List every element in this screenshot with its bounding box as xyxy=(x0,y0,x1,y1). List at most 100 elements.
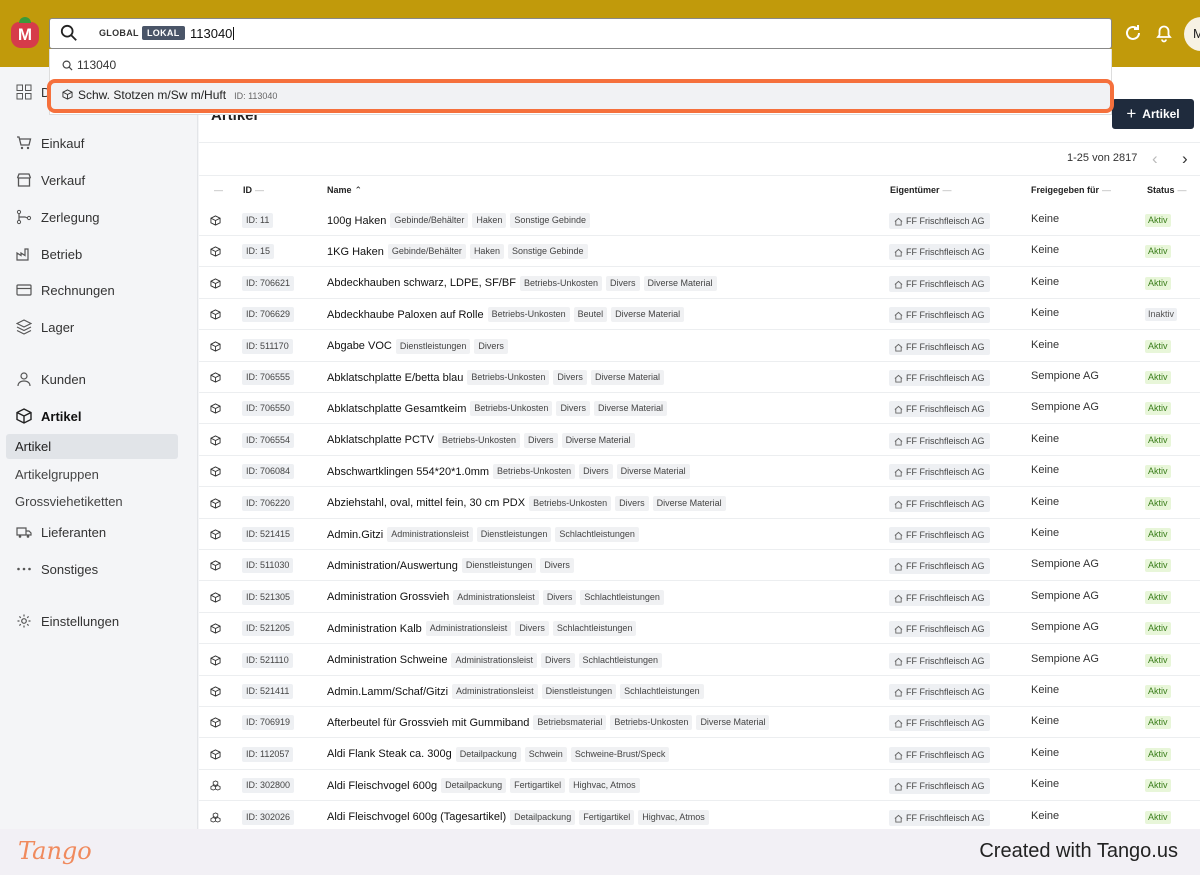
sidebar-item-lieferanten[interactable]: Lieferanten xyxy=(16,521,106,543)
article-name[interactable]: Abklatschplatte E/betta blau Betriebs-Unk… xyxy=(327,370,664,385)
table-row[interactable]: ID: 706550 Abklatschplatte Gesamtkeim Betr… xyxy=(199,393,1200,425)
cube-icon xyxy=(210,686,221,697)
cube-icon xyxy=(210,497,221,509)
sidebar-item-betrieb[interactable]: Betrieb xyxy=(16,243,82,265)
sidebar-subitem-artikel[interactable]: Artikel xyxy=(6,434,178,459)
cube-icon xyxy=(210,340,221,352)
sidebar-item-einkauf[interactable]: Einkauf xyxy=(16,132,84,154)
refresh-icon[interactable] xyxy=(1122,22,1144,44)
bell-icon[interactable] xyxy=(1153,22,1175,44)
column-header-released[interactable]: Freigegeben für — xyxy=(1031,185,1111,195)
article-name[interactable]: Afterbeutel für Grossvieh mit Gummiband B… xyxy=(327,715,770,731)
article-name[interactable]: Abklatschplatte PCTV Betriebs-Unkosten Div… xyxy=(327,432,635,448)
article-name[interactable]: 100g Haken Gebinde/Behälter Haken Sonstige … xyxy=(327,213,590,228)
article-name[interactable]: 1KG Haken Gebinde/Behälter Haken Sonstige G… xyxy=(327,244,588,260)
sidebar-item-dashboard[interactable]: D xyxy=(16,81,50,103)
user-avatar[interactable]: M xyxy=(1184,17,1200,51)
table-row[interactable]: ID: 706629 Abdeckhaube Paloxen auf Rolle B… xyxy=(199,299,1200,331)
sidebar-item-einstellungen[interactable]: Einstellungen xyxy=(16,610,119,632)
result-id: ID: 113040 xyxy=(234,91,278,101)
table-row[interactable]: ID: 706621 Abdeckhauben schwarz, LDPE, SF… xyxy=(199,268,1200,299)
table-row[interactable]: ID: 11 100g Haken Gebinde/Behälter Haken Son… xyxy=(199,205,1200,236)
category-tag: Schweine-Brust/Speck xyxy=(570,746,670,762)
table-row[interactable]: ID: 706555 Abklatschplatte E/betta blau Be… xyxy=(199,362,1200,393)
table-row[interactable]: ID: 521110 Administration Schweine Adminis… xyxy=(199,645,1200,676)
cubes-icon xyxy=(210,780,221,791)
sidebar-item-sonstiges[interactable]: Sonstiges xyxy=(16,558,98,580)
category-tag: Divers xyxy=(615,495,649,511)
table-row[interactable]: ID: 521415 Admin.Gitzi Administrationsleis… xyxy=(199,519,1200,550)
article-name[interactable]: Aldi Fleischvogel 600g Detailpackung Ferti… xyxy=(327,778,640,794)
column-header-owner[interactable]: Eigentümer — xyxy=(890,185,952,195)
released-for: Keine xyxy=(1031,213,1060,225)
table-row[interactable]: ID: 706220 Abziehstahl, oval, mittel fein… xyxy=(199,488,1200,519)
table-row[interactable]: ID: 511170 Abgabe VOC Dienstleistungen Dive… xyxy=(199,331,1200,362)
table-row[interactable]: ID: 511030 Administration/Auswertung Diens… xyxy=(199,550,1200,582)
table-row[interactable]: ID: 112057 Aldi Flank Steak ca. 300g Detai… xyxy=(199,739,1200,770)
home-icon xyxy=(894,406,903,414)
article-name[interactable]: Abdeckhaube Paloxen auf Rolle Betriebs-Un… xyxy=(327,307,685,323)
article-name[interactable]: Admin.Lamm/Schaf/Gitzi Administrationslei… xyxy=(327,684,704,699)
sidebar-item-label: Betrieb xyxy=(41,246,83,262)
category-tag: Betriebs-Unkosten xyxy=(467,370,550,385)
table-row[interactable]: ID: 302800 Aldi Fleischvogel 600g Detailpa… xyxy=(199,770,1200,802)
article-name-text: Administration Schweine xyxy=(327,654,448,667)
owner-badge: FF Frischfleisch AG xyxy=(889,432,990,449)
add-artikel-button[interactable]: + Artikel xyxy=(1112,99,1194,129)
table-row[interactable]: ID: 15 1KG Haken Gebinde/Behälter Haken Sons… xyxy=(199,236,1200,268)
stack-icon xyxy=(16,319,32,335)
article-name[interactable]: Administration/Auswertung Dienstleistunge… xyxy=(327,558,574,574)
table-row[interactable]: ID: 521205 Administration Kalb Administrat… xyxy=(199,613,1200,645)
table-row[interactable]: ID: 302026 Aldi Fleischvogel 600g (Tagesa… xyxy=(199,802,1200,829)
column-header-status[interactable]: Status — xyxy=(1147,185,1187,195)
article-name[interactable]: Administration Grossvieh Administrationsl… xyxy=(327,589,664,605)
article-name[interactable]: Abziehstahl, oval, mittel fein, 30 cm PD… xyxy=(327,495,726,511)
article-name[interactable]: Aldi Fleischvogel 600g (Tagesartikel) Det… xyxy=(327,809,709,825)
column-header-name[interactable]: Name ⌃ xyxy=(327,185,362,196)
scope-lokal-toggle[interactable]: LOKAL xyxy=(142,26,185,40)
sidebar-item-lager[interactable]: Lager xyxy=(16,316,74,338)
table-row[interactable]: ID: 521411 Admin.Lamm/Schaf/Gitzi Administ… xyxy=(199,676,1200,707)
table-row[interactable]: ID: 706919 Afterbeutel für Grossvieh mit … xyxy=(199,707,1200,739)
dropdown-result-item[interactable]: Schw. Stotzen m/Sw m/Huft ID: 113040 xyxy=(50,82,1111,110)
category-tag: Schlachtleistungen xyxy=(555,527,639,542)
app-logo[interactable]: M xyxy=(11,17,39,48)
home-icon xyxy=(894,688,903,697)
released-for: Sempione AG xyxy=(1031,370,1099,382)
next-page-button[interactable]: › xyxy=(1182,149,1188,169)
sidebar-item-zerlegung[interactable]: Zerlegung xyxy=(16,206,100,228)
article-name[interactable]: Abklatschplatte Gesamtkeim Betriebs-Unkos… xyxy=(327,401,667,417)
article-name[interactable]: Abschwartklingen 554*20*1.0mm Betriebs-Un… xyxy=(327,464,690,480)
home-icon xyxy=(894,531,903,540)
article-name[interactable]: Admin.Gitzi Administrationsleist Dienstlei… xyxy=(327,527,639,542)
table-row[interactable]: ID: 706084 Abschwartklingen 554*20*1.0mm B… xyxy=(199,456,1200,488)
sidebar-item-rechnungen[interactable]: Rechnungen xyxy=(16,279,115,301)
table-row[interactable]: ID: 521305 Administration Grossvieh Admini… xyxy=(199,582,1200,613)
prev-page-button[interactable]: ‹ xyxy=(1152,149,1158,169)
owner-badge: FF Frischfleisch AG xyxy=(889,464,990,481)
sidebar-subitem-grossviehetiketten[interactable]: Grossvieh­etiketten xyxy=(15,494,123,509)
dropdown-query-suggestion[interactable]: 113040 xyxy=(62,58,116,72)
sidebar-item-kunden[interactable]: Kunden xyxy=(16,368,86,390)
status-badge: Aktiv xyxy=(1145,559,1171,573)
table-row[interactable]: ID: 706554 Abklatschplatte PCTV Betriebs-U… xyxy=(199,425,1200,456)
split-icon xyxy=(16,209,32,225)
global-search-box[interactable]: GLOBAL LOKAL 113040 xyxy=(49,18,1112,49)
column-header-id[interactable]: ID — xyxy=(243,185,264,195)
article-name[interactable]: Administration Kalb Administrationsleist D… xyxy=(327,621,637,637)
owner-badge: FF Frischfleisch AG xyxy=(889,746,990,763)
cubes-icon xyxy=(210,812,221,823)
category-tag: Fertigartikel xyxy=(510,778,566,794)
scope-global-toggle[interactable]: GLOBAL xyxy=(99,28,139,38)
search-input[interactable]: 113040 xyxy=(190,26,234,41)
sidebar-subitem-artikelgruppen[interactable]: Artikelgruppen xyxy=(15,467,99,482)
article-name[interactable]: Abdeckhauben schwarz, LDPE, SF/BF Betrieb… xyxy=(327,275,717,291)
category-tag: Schlachtleistungen xyxy=(580,589,664,605)
sidebar-item-verkauf[interactable]: Verkauf xyxy=(16,169,85,191)
article-name[interactable]: Administration Schweine Administrationsle… xyxy=(327,652,663,668)
article-name[interactable]: Aldi Flank Steak ca. 300g Detailpackung Sc… xyxy=(327,746,670,762)
released-for: Keine xyxy=(1031,527,1060,539)
article-name[interactable]: Abgabe VOC Dienstleistungen Divers xyxy=(327,338,508,354)
released-for: Keine xyxy=(1031,275,1060,288)
sidebar-item-artikel[interactable]: Artikel xyxy=(16,405,81,427)
